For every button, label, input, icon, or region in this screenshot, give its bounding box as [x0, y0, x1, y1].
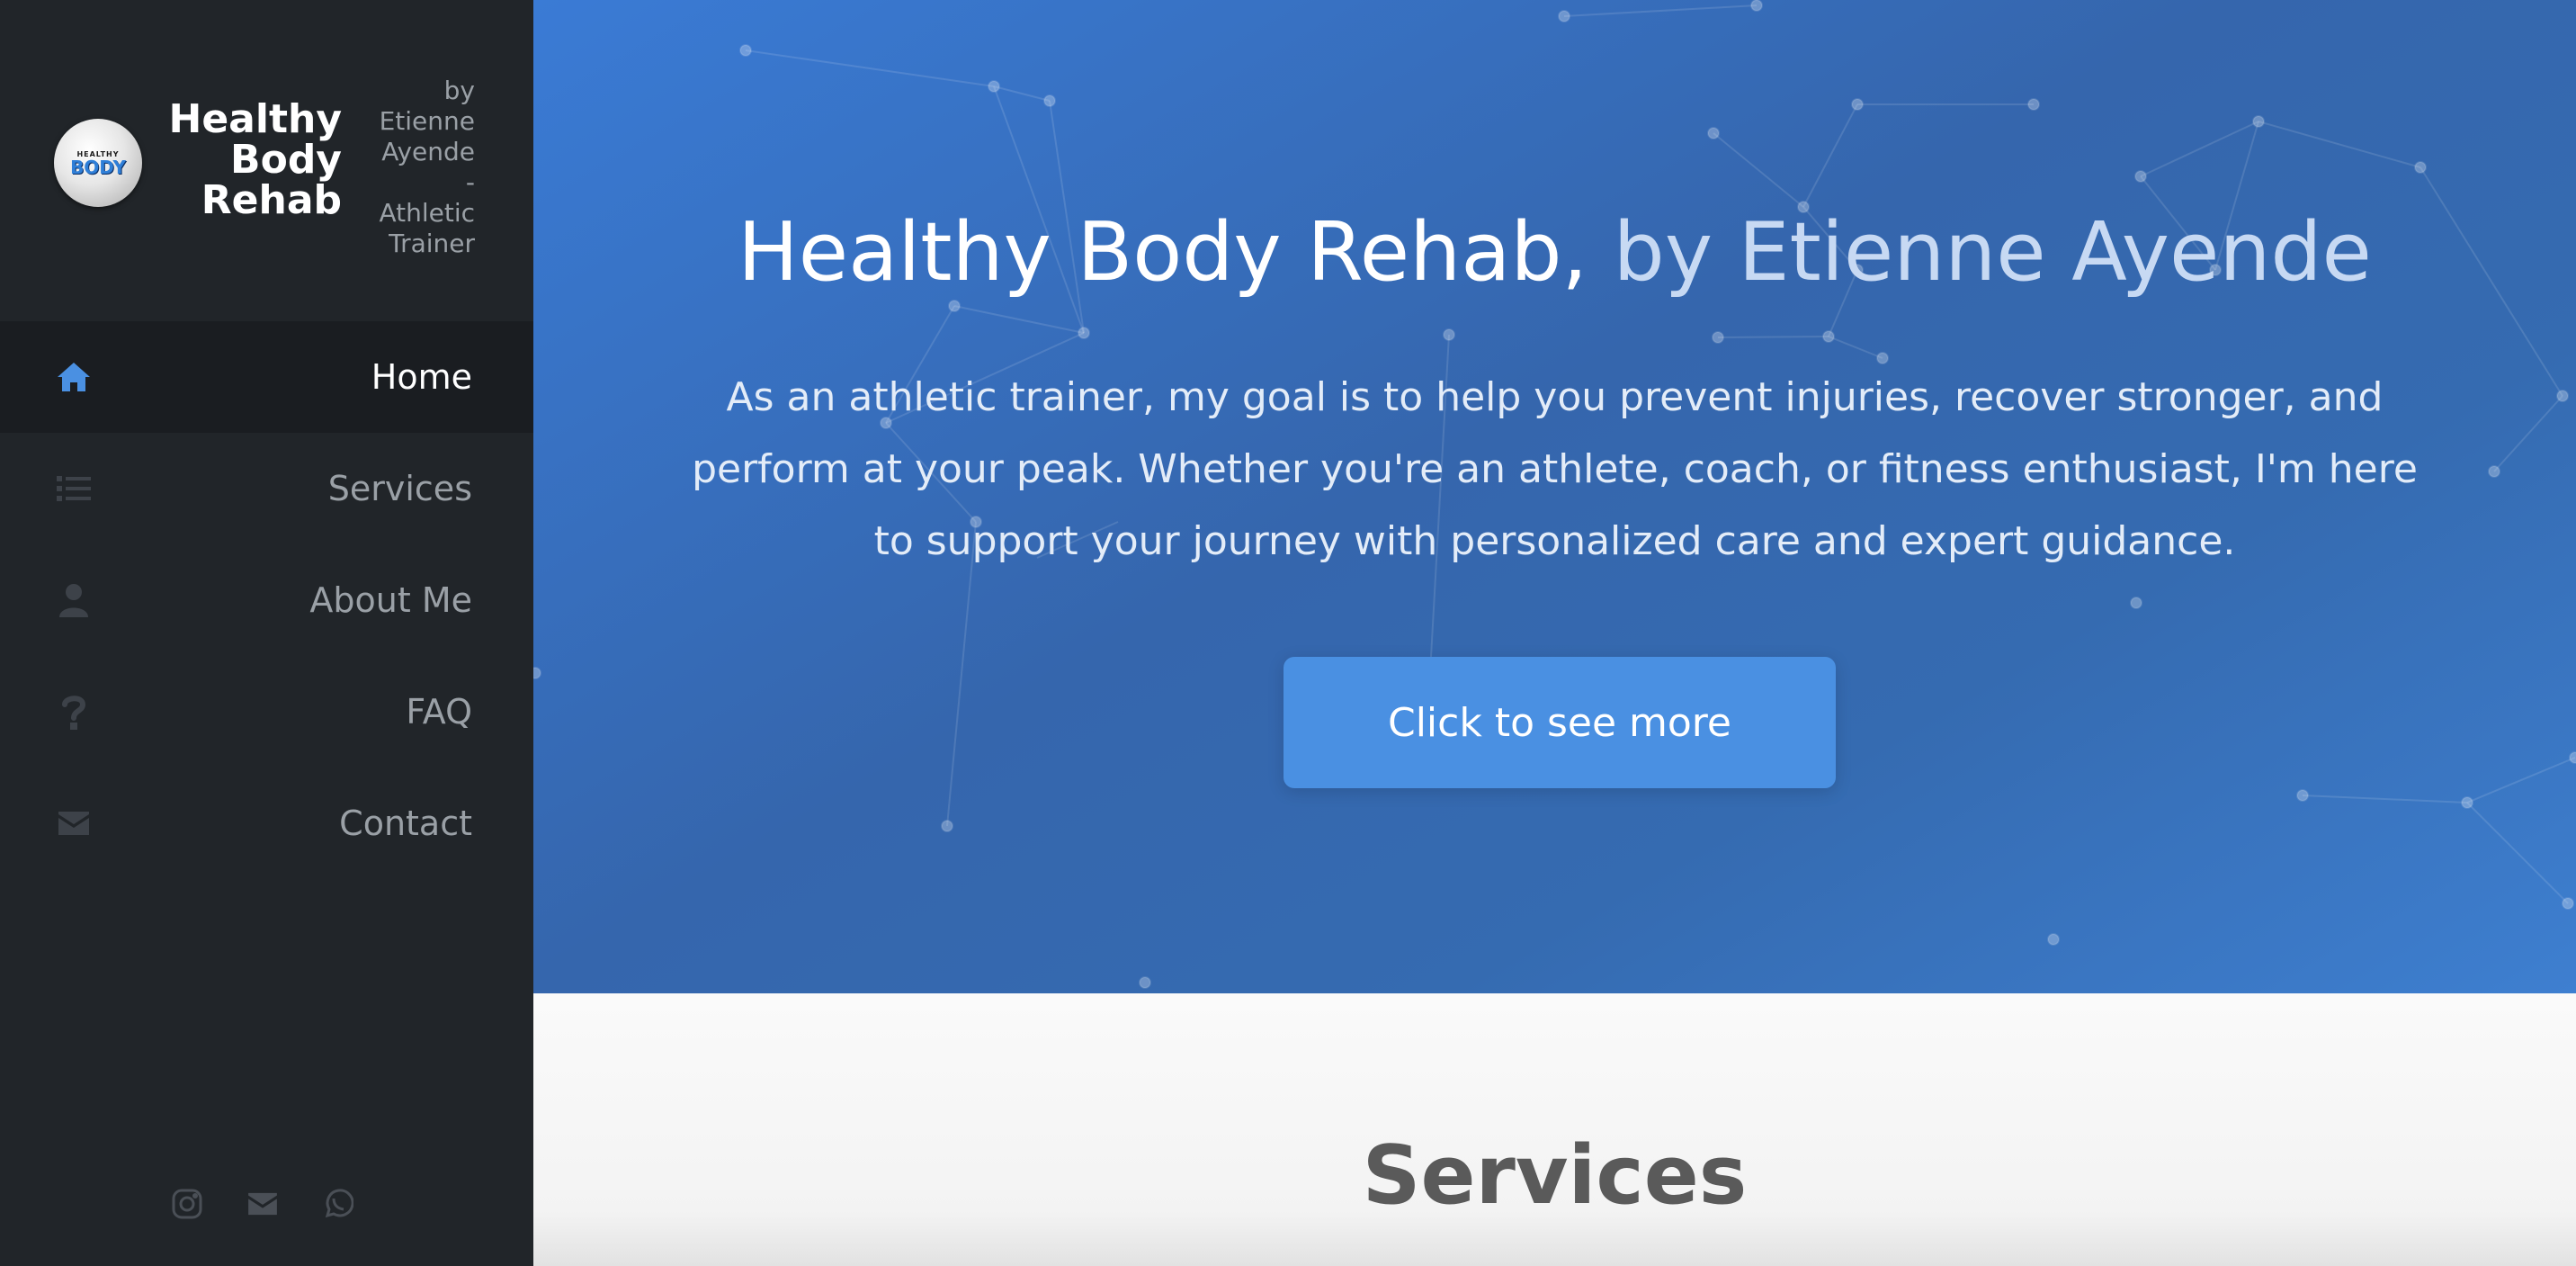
sidebar-item-faq[interactable]: FAQ [0, 656, 533, 768]
brand-subtitle-line: - [465, 167, 475, 197]
brand-title-line: Body [230, 137, 342, 183]
brand-subtitle-line: Athletic [379, 198, 475, 228]
brand: HEALTHY BODY Healthy Body Rehab by Etien… [0, 0, 533, 315]
sidebar-item-about[interactable]: About Me [0, 544, 533, 656]
sidebar-item-services[interactable]: Services [0, 433, 533, 544]
see-more-button[interactable]: Click to see more [1284, 657, 1836, 788]
brand-logo[interactable]: HEALTHY BODY [54, 119, 142, 207]
instagram-icon[interactable] [171, 1188, 203, 1220]
sidebar-item-contact[interactable]: Contact [0, 768, 533, 879]
brand-title-line: Healthy [168, 96, 342, 142]
brand-subtitle-line: by [443, 76, 475, 105]
whatsapp-icon[interactable] [322, 1188, 354, 1220]
brand-subtitle-line: Ayende [381, 137, 475, 166]
brand-subtitle-line: Etienne [379, 106, 475, 136]
brand-subtitle-line: Trainer [389, 229, 475, 258]
hero-title-main: Healthy Body Rehab, [738, 205, 1588, 300]
envelope-icon [56, 805, 92, 841]
sidebar-item-label: Home [371, 357, 472, 397]
sidebar: HEALTHY BODY Healthy Body Rehab by Etien… [0, 0, 533, 1266]
hero-description: As an athletic trainer, my goal is to he… [692, 374, 2418, 564]
services-section: Services [533, 993, 2576, 1266]
home-icon [56, 359, 92, 395]
logo-main-text: BODY [70, 156, 126, 178]
social-links [171, 1188, 354, 1220]
sidebar-item-label: Contact [339, 804, 472, 843]
brand-title-line: Rehab [201, 177, 342, 223]
envelope-icon[interactable] [246, 1188, 279, 1220]
sidebar-item-home[interactable]: Home [0, 321, 533, 433]
user-icon [56, 582, 92, 618]
brand-subtitle: by Etienne Ayende - Athletic Trainer [367, 76, 475, 259]
sidebar-item-label: About Me [309, 580, 472, 620]
sidebar-item-label: Services [327, 469, 472, 508]
services-title: Services [1362, 1128, 1748, 1223]
list-icon [56, 471, 92, 507]
hero-title: Healthy Body Rehab, by Etienne Ayende [533, 205, 2576, 300]
hero-title-accent: by Etienne Ayende [1588, 205, 2372, 300]
sidebar-nav: Home Services About Me FAQ Contact [0, 321, 533, 879]
hero-section: Healthy Body Rehab, by Etienne Ayende As… [533, 0, 2576, 993]
sidebar-item-label: FAQ [406, 692, 472, 732]
question-icon [56, 694, 92, 730]
brand-title[interactable]: Healthy Body Rehab [144, 99, 342, 220]
